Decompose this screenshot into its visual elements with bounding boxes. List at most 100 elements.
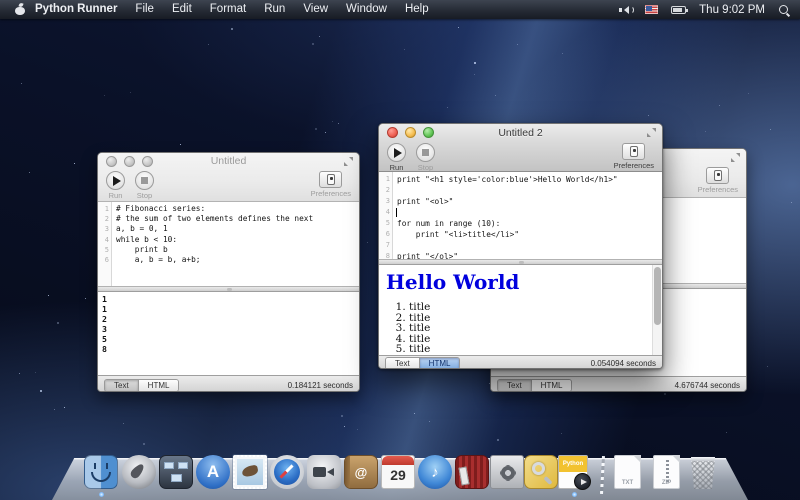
menu-format[interactable]: Format — [201, 0, 255, 19]
line-number-gutter: 1 2 3 4 5 6 7 8 — [379, 172, 393, 259]
dock-txt-file-icon[interactable]: TXT — [614, 455, 641, 489]
dock-launchpad-icon[interactable] — [122, 455, 156, 489]
preferences-button[interactable]: Preferences — [698, 167, 738, 194]
spotlight-icon[interactable] — [778, 4, 790, 16]
menu-edit[interactable]: Edit — [163, 0, 201, 19]
dock-facetime-icon[interactable] — [307, 455, 341, 489]
dock-zip-file-icon[interactable]: ZIP — [653, 455, 680, 489]
tab-text[interactable]: Text — [105, 380, 138, 391]
dock-ical-icon[interactable]: 29 — [381, 455, 415, 489]
code-editor[interactable]: 1 2 3 4 5 6 7 8 print "<h1 style='color:… — [379, 172, 662, 259]
timing-label: 0.184121 seconds — [288, 381, 353, 390]
menu-bar: Python Runner File Edit Format Run View … — [0, 0, 800, 19]
desktop-wallpaper: Python Runner File Edit Format Run View … — [0, 0, 800, 500]
volume-icon[interactable] — [619, 5, 632, 15]
window-header: Untitled Run Stop — [98, 153, 359, 202]
output-mode-segmented-control: Text HTML — [497, 379, 572, 392]
output-list: title title title title title title — [379, 302, 662, 355]
apple-icon — [15, 4, 17, 15]
list-item: title — [409, 323, 662, 334]
list-item: title — [409, 313, 662, 324]
traffic-lights — [387, 127, 434, 138]
preferences-icon — [319, 171, 342, 188]
status-bar: Text HTML 0.054094 seconds — [379, 355, 662, 369]
list-item: title — [409, 334, 662, 345]
tab-html[interactable]: HTML — [419, 358, 460, 369]
toolbar: Run Stop Preferences — [379, 141, 662, 171]
code-text[interactable]: # Fibonacci series: # the sum of two ele… — [112, 202, 313, 286]
window-untitled-2: Untitled 2 Run Stop — [378, 123, 663, 369]
title-bar[interactable]: Untitled 2 — [379, 124, 662, 141]
menu-view[interactable]: View — [294, 0, 337, 19]
fullscreen-icon[interactable] — [731, 153, 740, 162]
play-icon — [387, 143, 406, 162]
run-button[interactable]: Run — [106, 171, 125, 200]
preferences-button[interactable]: Preferences — [311, 171, 351, 198]
minimize-button[interactable] — [124, 156, 135, 167]
dock: A @ 29 ♪ Python TXT ZIP — [0, 444, 800, 500]
run-button[interactable]: Run — [387, 143, 406, 172]
list-item: title — [409, 355, 662, 356]
output-heading: Hello World — [386, 270, 662, 294]
dock-mission-control-icon[interactable] — [159, 455, 193, 489]
menu-run[interactable]: Run — [255, 0, 294, 19]
list-item: title — [409, 302, 662, 313]
menu-help[interactable]: Help — [396, 0, 438, 19]
running-indicator-python-runner — [572, 492, 577, 497]
dock-itunes-icon[interactable]: ♪ — [418, 455, 452, 489]
stop-button[interactable]: Stop — [416, 143, 435, 172]
line-number-gutter: 1 2 3 4 5 6 — [98, 202, 112, 286]
output-mode-segmented-control: Text HTML — [385, 357, 460, 369]
status-bar: Text HTML 0.184121 seconds — [98, 375, 359, 392]
zoom-button[interactable] — [423, 127, 434, 138]
dock-python-runner-icon[interactable]: Python — [558, 455, 588, 489]
menu-file[interactable]: File — [126, 0, 163, 19]
title-bar[interactable]: Untitled — [98, 153, 359, 169]
menu-clock[interactable]: Thu 9:02 PM — [699, 4, 765, 16]
apple-menu[interactable] — [6, 4, 26, 15]
code-text[interactable]: print "<h1 style='color:blue'>Hello Worl… — [393, 172, 618, 259]
status-bar: Text HTML 4.676744 seconds — [491, 376, 746, 392]
html-output-pane[interactable]: Hello World title title title title titl… — [379, 265, 662, 355]
stop-button[interactable]: Stop — [135, 171, 154, 200]
close-button[interactable] — [106, 156, 117, 167]
tab-text[interactable]: Text — [386, 358, 419, 369]
stop-icon — [416, 143, 435, 162]
window-untitled: Untitled Run Stop — [97, 152, 360, 392]
zoom-button[interactable] — [142, 156, 153, 167]
tab-text[interactable]: Text — [498, 380, 531, 391]
output-mode-segmented-control: Text HTML — [104, 379, 179, 392]
running-indicator-finder — [99, 492, 104, 497]
dock-finder-icon[interactable] — [84, 455, 118, 489]
text-cursor — [396, 208, 397, 217]
menu-app-name[interactable]: Python Runner — [26, 0, 126, 19]
tab-html[interactable]: HTML — [138, 380, 179, 391]
timing-label: 4.676744 seconds — [675, 381, 740, 390]
dock-system-preferences-icon[interactable] — [490, 455, 524, 489]
battery-icon[interactable] — [671, 6, 686, 14]
code-editor[interactable]: 1 2 3 4 5 6 # Fibonacci series: # the su… — [98, 202, 359, 286]
stop-icon — [135, 171, 154, 190]
dock-app-store-icon[interactable]: A — [196, 455, 230, 489]
dock-contacts-icon[interactable]: @ — [344, 455, 378, 489]
traffic-lights — [106, 156, 153, 167]
minimize-button[interactable] — [405, 127, 416, 138]
fullscreen-icon[interactable] — [344, 157, 353, 166]
dock-mail-icon[interactable] — [233, 455, 267, 489]
fullscreen-icon[interactable] — [647, 128, 656, 137]
dock-photo-booth-icon[interactable] — [455, 455, 489, 489]
tab-html[interactable]: HTML — [531, 380, 572, 391]
scrollbar-thumb[interactable] — [654, 267, 661, 325]
preferences-icon — [706, 167, 729, 184]
vertical-scrollbar[interactable] — [652, 265, 662, 355]
menu-window[interactable]: Window — [337, 0, 396, 19]
close-button[interactable] — [387, 127, 398, 138]
play-icon — [106, 171, 125, 190]
output-text: 1 1 2 3 5 8 — [98, 292, 359, 354]
preferences-button[interactable]: Preferences — [614, 143, 654, 170]
list-item: title — [409, 344, 662, 355]
output-pane[interactable]: 1 1 2 3 5 8 — [98, 292, 359, 375]
input-source-flag-icon[interactable] — [645, 5, 658, 14]
dock-safari-icon[interactable] — [270, 455, 304, 489]
dock-finder-tool-icon[interactable] — [524, 455, 558, 489]
